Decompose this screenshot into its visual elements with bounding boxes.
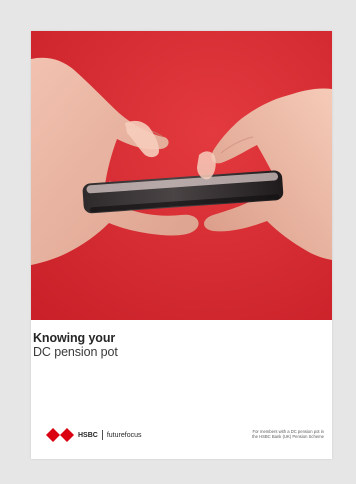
brochure-card: Knowing your DC pension pot HSBC futuref… [31, 31, 332, 459]
logo-text: HSBC futurefocus [78, 430, 141, 440]
hsbc-hexagon-logo-icon [46, 428, 74, 442]
hands-holding-phone-illustration [31, 31, 332, 320]
members-note-line-2: the HSBC Bank (UK) Pension Scheme [252, 434, 324, 440]
cover-photo [31, 31, 332, 320]
logo-divider [101, 430, 103, 440]
brochure-title-block: Knowing your DC pension pot [31, 331, 332, 359]
title-line-light: DC pension pot [33, 345, 118, 359]
members-note: For members with a DC pension pot in the… [214, 429, 324, 439]
hsbc-futurefocus-logo: HSBC futurefocus [46, 426, 141, 444]
brand-name: HSBC [78, 431, 98, 439]
brand-subtitle: futurefocus [106, 431, 142, 439]
title-line-bold: Knowing your [33, 331, 116, 345]
